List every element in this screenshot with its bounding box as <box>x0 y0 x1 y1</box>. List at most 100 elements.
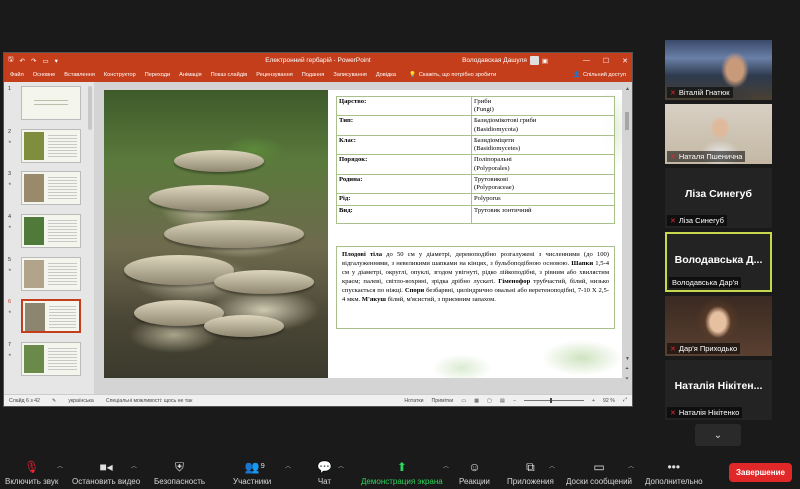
taxonomy-table[interactable]: Царство: Гриби (Fungi) Тип: Базидіомікото… <box>336 95 615 224</box>
normal-view-icon[interactable]: ▭ <box>461 398 466 404</box>
participant-tile[interactable]: ✕ Віталій Гнатюк <box>665 40 772 100</box>
participants-button[interactable]: 👥 9 Участники ︿ <box>233 459 291 486</box>
chevron-up-icon[interactable]: ︿ <box>628 461 634 470</box>
slide-thumbnail[interactable]: 7 ★ <box>4 342 94 377</box>
unmute-button[interactable]: 🎙 Включить звук ︿ <box>5 459 63 486</box>
slide-number: 6 <box>8 299 12 306</box>
whiteboards-button[interactable]: ▭ Доски сообщений ︿ <box>566 459 634 486</box>
tell-me-search[interactable]: 💡 Скажіть, що потрібно зробити <box>409 72 496 78</box>
participant-tile[interactable]: Наталія Нікітен... ✕ Наталія Нікітенко <box>665 360 772 420</box>
transition-star-icon: ★ <box>8 138 12 144</box>
customize-icon[interactable]: ▾ <box>55 57 58 65</box>
security-button[interactable]: ⛨ Безопасность <box>154 459 205 486</box>
slide-scrollbar[interactable]: ▲ ▼ ⏶ ⏷ <box>625 86 630 386</box>
accessibility-status[interactable]: Спеціальні можливості: щось не так <box>106 398 193 404</box>
slide-thumbnail[interactable]: 2 ★ <box>4 128 94 164</box>
present-icon[interactable]: ▭ <box>42 57 48 65</box>
undo-icon[interactable]: ↶ <box>20 57 25 65</box>
slide-thumbnail[interactable]: 5 ★ <box>4 256 94 292</box>
save-icon[interactable]: 🖫 <box>8 55 14 66</box>
slide-thumbnail[interactable]: 1 <box>4 86 94 121</box>
chevron-down-icon[interactable]: ⌄ <box>695 424 741 446</box>
slide-thumbnail-active[interactable]: 6 ★ <box>4 299 94 334</box>
chevron-up-icon[interactable]: ︿ <box>131 461 137 470</box>
more-button[interactable]: ••• Дополнительно <box>645 459 703 486</box>
ppt-titlebar: 🖫 ↶ ↷ ▭ ▾ Електронний гербарій - PowerPo… <box>4 53 632 68</box>
thumbnail-scrollbar[interactable] <box>88 86 92 130</box>
slideshow-view-icon[interactable]: ▤ <box>500 398 505 404</box>
chevron-up-icon[interactable]: ︿ <box>285 461 291 470</box>
participant-big-name: Наталія Нікітен... <box>674 380 763 392</box>
taxon-latin: (Basidiomycota) <box>474 125 518 133</box>
next-slide-icon[interactable]: ⏷ <box>625 376 629 382</box>
tab-help[interactable]: Довідка <box>376 72 396 78</box>
avatar[interactable] <box>529 56 539 65</box>
reactions-button[interactable]: ☺ Реакции <box>459 459 490 486</box>
desc-term: М'якуш <box>361 296 386 304</box>
close-icon[interactable]: ✕ <box>622 57 628 65</box>
tab-transitions[interactable]: Переходи <box>145 72 170 78</box>
apps-button[interactable]: ⧉ Приложения ︿ <box>507 459 555 486</box>
current-slide[interactable]: Царство: Гриби (Fungi) Тип: Базидіомікото… <box>104 90 622 378</box>
participant-tile-active-speaker[interactable]: Володавська Д... Володавська Дар'я <box>665 232 772 292</box>
lightbulb-icon: 💡 <box>408 72 416 78</box>
sorter-view-icon[interactable]: ▦ <box>474 398 479 404</box>
tab-design[interactable]: Конструктор <box>104 72 136 78</box>
chevron-up-icon[interactable]: ︿ <box>549 461 555 470</box>
mushroom-photo[interactable] <box>104 90 328 378</box>
zoom-level[interactable]: 92 % <box>603 398 615 404</box>
transition-star-icon: ★ <box>8 224 12 230</box>
zoom-in-icon[interactable]: + <box>592 398 595 404</box>
scroll-down-icon[interactable]: ▼ <box>625 356 630 362</box>
taxon-latin: (Polyporales) <box>474 164 510 172</box>
scrollbar-thumb[interactable] <box>625 112 629 130</box>
prev-slide-icon[interactable]: ⏶ <box>625 366 629 372</box>
share-button[interactable]: 👤 Спільний доступ <box>573 72 626 78</box>
share-screen-button[interactable]: ⬆ Демонстрация экрана ︿ <box>361 459 449 486</box>
participant-tile[interactable]: ✕ Дар'я Приходько <box>665 296 772 356</box>
language-status[interactable]: українська <box>68 398 94 404</box>
comments-button[interactable]: Примітки <box>432 398 454 404</box>
minimize-icon[interactable]: — <box>583 57 590 65</box>
redo-icon[interactable]: ↷ <box>31 57 36 65</box>
share-screen-icon: ⬆ <box>396 460 407 474</box>
taxon-value: Базидіоміцети (Basidiomycetes) <box>471 134 615 156</box>
participant-tile[interactable]: Ліза Синегуб ✕ Ліза Синегуб <box>665 168 772 228</box>
end-meeting-button[interactable]: Завершение <box>729 463 792 482</box>
maximize-icon[interactable]: ☐ <box>603 57 609 65</box>
participant-label: ✕ Наталія Нікітенко <box>667 407 743 418</box>
slide-thumbnail[interactable]: 4 ★ <box>4 214 94 249</box>
tab-view[interactable]: Подання <box>302 72 325 78</box>
zoom-slider[interactable] <box>523 398 584 403</box>
participant-tile[interactable]: ✕ Наталя Пшенична <box>665 104 772 164</box>
tab-recording[interactable]: Записування <box>333 72 366 78</box>
mic-muted-icon: ✕ <box>670 409 676 417</box>
slide-thumbnail[interactable]: 3 ★ <box>4 171 94 206</box>
account-area[interactable]: Володавская Дашуля ▣ <box>462 56 548 65</box>
chat-button[interactable]: 💬 Чат ︿ <box>317 459 344 486</box>
zoom-out-icon[interactable]: − <box>513 398 516 404</box>
tab-insert[interactable]: Вставлення <box>64 72 95 78</box>
notes-button[interactable]: Нотатки <box>404 398 423 404</box>
spellcheck-icon[interactable]: ✎ <box>52 398 56 404</box>
participant-label: ✕ Віталій Гнатюк <box>667 87 733 98</box>
tab-home[interactable]: Основне <box>33 72 56 78</box>
chevron-up-icon[interactable]: ︿ <box>57 461 63 470</box>
ribbon-display-icon[interactable]: ▣ <box>542 57 548 65</box>
mushroom-cap <box>214 270 314 294</box>
stop-video-button[interactable]: ■◂ Остановить видео ︿ <box>72 459 140 486</box>
scroll-up-icon[interactable]: ▲ <box>625 86 630 92</box>
participant-name: Наталія Нікітенко <box>678 408 740 417</box>
person-icon: 👤 <box>573 72 580 78</box>
chevron-up-icon[interactable]: ︿ <box>443 461 449 470</box>
reading-view-icon[interactable]: ▢ <box>487 398 492 404</box>
slide-number: 3 <box>8 171 12 178</box>
tab-slideshow[interactable]: Показ слайдів <box>211 72 248 78</box>
tab-file[interactable]: Файл <box>10 72 24 78</box>
participants-label: Участники <box>233 477 272 486</box>
tab-animations[interactable]: Анімація <box>179 72 202 78</box>
fit-slide-icon[interactable]: ⤢ <box>623 397 627 404</box>
tab-review[interactable]: Рецензування <box>256 72 292 78</box>
chevron-up-icon[interactable]: ︿ <box>338 461 344 470</box>
description-textbox[interactable]: Плодові тіла до 50 см у діаметрі, дерево… <box>336 246 615 329</box>
